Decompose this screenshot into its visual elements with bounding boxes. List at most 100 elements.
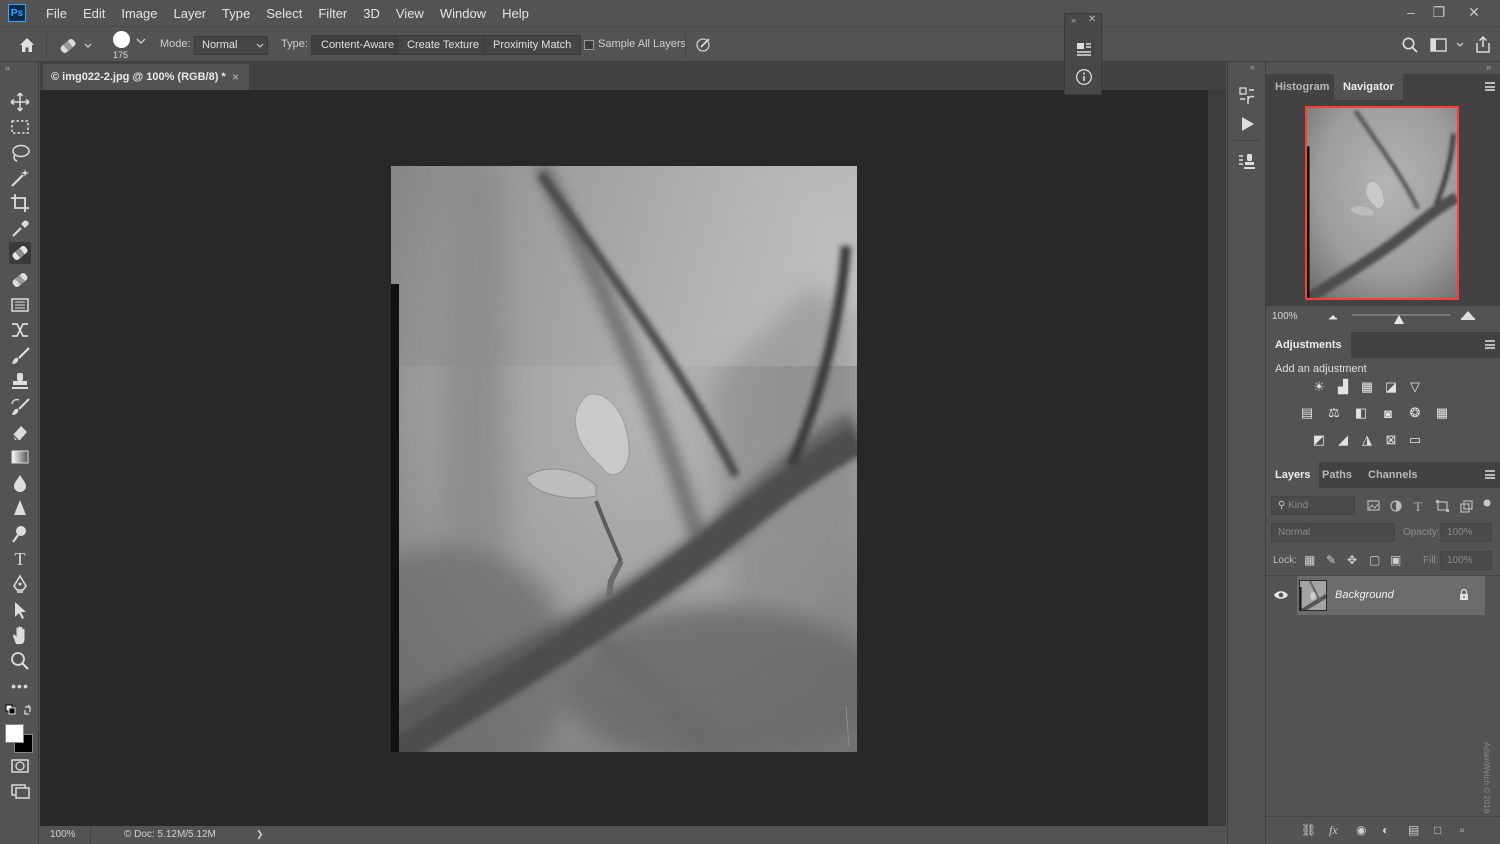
restore-button[interactable]: ❐ [1424, 2, 1454, 22]
properties-icon[interactable] [1075, 40, 1093, 58]
posterize-icon[interactable]: ◢ [1335, 432, 1351, 447]
sample-all-layers-checkbox[interactable] [584, 40, 594, 50]
new-group-icon[interactable]: ▤ [1408, 823, 1419, 837]
crop-tool[interactable] [9, 192, 31, 214]
patch-tool[interactable] [9, 294, 31, 316]
content-aware-button[interactable]: Content-Aware [311, 35, 405, 55]
layer-style-fx-icon[interactable]: fx [1329, 823, 1338, 838]
content-aware-move-tool[interactable] [9, 319, 31, 341]
menu-file[interactable]: File [38, 6, 75, 21]
navigator-zoom-value[interactable]: 100% [1272, 311, 1298, 322]
color-lookup-icon[interactable]: ▦ [1434, 405, 1450, 420]
collapse-toolbar-icon[interactable]: » [5, 63, 10, 73]
navigator-preview-area[interactable] [1266, 100, 1500, 306]
screen-mode-icon[interactable] [9, 780, 31, 802]
selective-color-icon[interactable]: ⊠ [1383, 432, 1399, 447]
eyedropper-tool[interactable] [9, 218, 31, 240]
magic-wand-tool[interactable] [9, 167, 31, 189]
black-white-icon[interactable]: ◧ [1353, 405, 1369, 420]
status-menu-arrow[interactable]: ❯ [256, 829, 264, 840]
expand-panel-icon[interactable]: » [1071, 15, 1076, 25]
brush-tool[interactable] [9, 345, 31, 367]
clone-stamp-tool[interactable] [9, 370, 31, 392]
tab-channels[interactable]: Channels [1359, 462, 1427, 488]
pressure-size-button[interactable] [695, 35, 715, 55]
document-tab[interactable]: © img022-2.jpg @ 100% (RGB/8) * × [43, 64, 249, 90]
menu-help[interactable]: Help [494, 6, 537, 21]
panel-menu-icon[interactable] [1485, 340, 1495, 349]
eye-icon[interactable] [1273, 589, 1289, 601]
create-texture-button[interactable]: Create Texture [397, 35, 489, 55]
tab-navigator[interactable]: Navigator [1334, 74, 1403, 100]
panel-menu-icon[interactable] [1485, 82, 1495, 91]
channel-mixer-icon[interactable]: ❂ [1407, 405, 1423, 420]
collapse-panels-icon[interactable]: » [1486, 62, 1491, 72]
menu-filter[interactable]: Filter [310, 6, 355, 21]
history-brush-tool[interactable] [9, 396, 31, 418]
eraser-tool[interactable] [9, 421, 31, 443]
healing-brush-tool[interactable] [9, 269, 31, 291]
default-colors-icon[interactable] [5, 704, 35, 718]
canvas-area[interactable] [40, 90, 1208, 826]
more-tools-icon[interactable]: ••• [9, 675, 31, 697]
tab-histogram[interactable]: Histogram [1266, 74, 1338, 100]
levels-icon[interactable]: ▟ [1335, 379, 1351, 394]
menu-image[interactable]: Image [113, 6, 165, 21]
invert-icon[interactable]: ◩ [1311, 432, 1327, 447]
clone-source-icon[interactable] [1237, 152, 1257, 172]
photo-filter-icon[interactable]: ◙ [1380, 406, 1396, 421]
gradient-map-icon[interactable]: ▭ [1407, 432, 1423, 447]
dodge-tool[interactable] [9, 523, 31, 545]
navigator-view-box[interactable] [1305, 106, 1459, 300]
lock-pixels-icon[interactable]: ✎ [1326, 553, 1336, 567]
minimize-button[interactable]: – [1396, 2, 1426, 22]
layer-filter-select[interactable]: ⚲ Kind [1271, 496, 1355, 515]
spot-healing-tool[interactable] [9, 242, 31, 264]
document-image[interactable] [391, 166, 857, 752]
pen-tool[interactable] [9, 573, 31, 595]
tab-layers[interactable]: Layers [1266, 462, 1320, 488]
tab-adjustments[interactable]: Adjustments [1266, 332, 1351, 358]
tab-paths[interactable]: Paths [1313, 462, 1361, 488]
add-mask-icon[interactable]: ◉ [1356, 823, 1366, 837]
quick-mask-icon[interactable] [9, 755, 31, 777]
gradient-tool[interactable] [9, 446, 31, 468]
menu-layer[interactable]: Layer [166, 6, 215, 21]
new-layer-icon[interactable]: □ [1434, 823, 1441, 837]
sharpen-tool[interactable] [9, 497, 31, 519]
curves-icon[interactable]: ▦ [1359, 379, 1375, 394]
layer-name[interactable]: Background [1335, 589, 1394, 601]
lock-artboard-icon[interactable]: ▢ [1369, 553, 1380, 567]
home-button[interactable] [17, 35, 37, 55]
brush-size-picker[interactable]: 175 [108, 31, 150, 61]
lock-transparent-icon[interactable]: ▦ [1304, 553, 1315, 567]
opacity-field[interactable]: 100% [1440, 523, 1492, 542]
share-button[interactable] [1474, 35, 1492, 55]
mode-select[interactable]: Normal [194, 36, 268, 55]
marquee-tool[interactable] [9, 116, 31, 138]
layer-row[interactable]: Background [1266, 576, 1500, 615]
exposure-icon[interactable]: ◪ [1383, 379, 1399, 394]
lasso-tool[interactable] [9, 142, 31, 164]
lock-all-icon[interactable]: ▣ [1390, 553, 1401, 567]
panel-menu-icon[interactable] [1485, 470, 1495, 479]
type-tool[interactable]: T [9, 548, 31, 570]
blur-tool[interactable] [9, 472, 31, 494]
menu-edit[interactable]: Edit [75, 6, 113, 21]
menu-select[interactable]: Select [258, 6, 310, 21]
layer-filter-icons[interactable]: T [1366, 498, 1496, 514]
vibrance-icon[interactable]: ▽ [1407, 379, 1423, 394]
hand-tool[interactable] [9, 624, 31, 646]
lock-position-icon[interactable]: ✥ [1347, 553, 1357, 567]
blend-mode-select[interactable]: Normal [1271, 523, 1395, 542]
menu-type[interactable]: Type [214, 6, 258, 21]
proximity-match-button[interactable]: Proximity Match [483, 35, 582, 55]
close-window-button[interactable]: ✕ [1459, 2, 1489, 22]
foreground-color-swatch[interactable] [5, 724, 24, 743]
delete-layer-icon[interactable]: ▫ [1460, 823, 1464, 837]
history-icon[interactable] [1237, 86, 1257, 106]
zoom-tool[interactable] [9, 650, 31, 672]
menu-view[interactable]: View [388, 6, 432, 21]
zoom-level[interactable]: 100% [50, 829, 76, 840]
move-tool[interactable] [9, 91, 31, 113]
